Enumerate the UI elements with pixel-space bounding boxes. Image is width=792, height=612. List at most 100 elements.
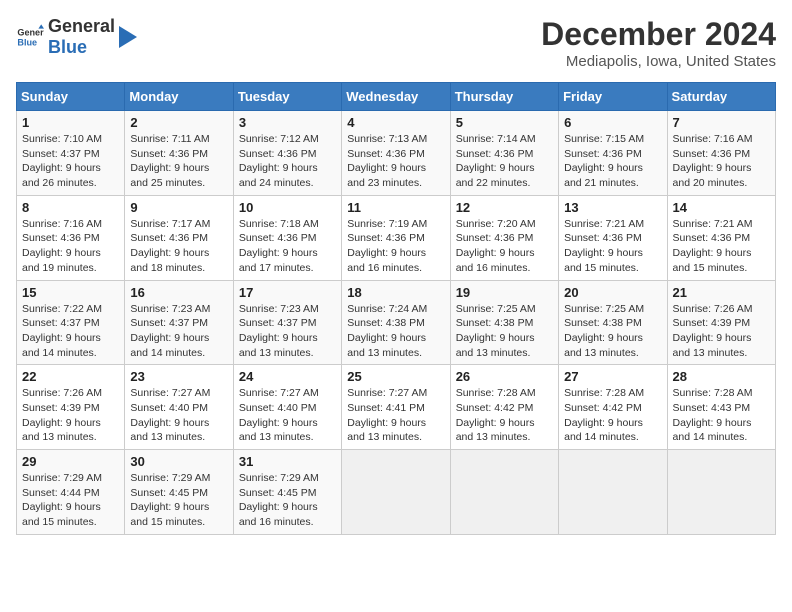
calendar-day-cell: [667, 450, 775, 535]
day-info: Sunrise: 7:21 AM Sunset: 4:36 PM Dayligh…: [564, 217, 661, 276]
calendar-day-cell: 20 Sunrise: 7:25 AM Sunset: 4:38 PM Dayl…: [559, 280, 667, 365]
calendar-day-cell: [559, 450, 667, 535]
day-info: Sunrise: 7:18 AM Sunset: 4:36 PM Dayligh…: [239, 217, 336, 276]
day-number: 18: [347, 285, 444, 300]
calendar-day-cell: 8 Sunrise: 7:16 AM Sunset: 4:36 PM Dayli…: [17, 195, 125, 280]
day-info: Sunrise: 7:16 AM Sunset: 4:36 PM Dayligh…: [673, 132, 770, 191]
calendar-header-row: SundayMondayTuesdayWednesdayThursdayFrid…: [17, 83, 776, 111]
calendar-day-header: Monday: [125, 83, 233, 111]
day-info: Sunrise: 7:27 AM Sunset: 4:40 PM Dayligh…: [130, 386, 227, 445]
day-info: Sunrise: 7:29 AM Sunset: 4:45 PM Dayligh…: [239, 471, 336, 530]
day-number: 14: [673, 200, 770, 215]
logo-general-text: General: [48, 16, 115, 36]
calendar-day-cell: 18 Sunrise: 7:24 AM Sunset: 4:38 PM Dayl…: [342, 280, 450, 365]
logo-blue-text: Blue: [48, 37, 87, 57]
day-info: Sunrise: 7:13 AM Sunset: 4:36 PM Dayligh…: [347, 132, 444, 191]
calendar-day-header: Friday: [559, 83, 667, 111]
day-info: Sunrise: 7:10 AM Sunset: 4:37 PM Dayligh…: [22, 132, 119, 191]
day-info: Sunrise: 7:11 AM Sunset: 4:36 PM Dayligh…: [130, 132, 227, 191]
calendar-day-cell: 12 Sunrise: 7:20 AM Sunset: 4:36 PM Dayl…: [450, 195, 558, 280]
day-number: 20: [564, 285, 661, 300]
page-subtitle: Mediapolis, Iowa, United States: [541, 53, 776, 70]
day-info: Sunrise: 7:29 AM Sunset: 4:44 PM Dayligh…: [22, 471, 119, 530]
day-number: 29: [22, 454, 119, 469]
day-number: 3: [239, 115, 336, 130]
calendar-day-header: Thursday: [450, 83, 558, 111]
day-info: Sunrise: 7:25 AM Sunset: 4:38 PM Dayligh…: [564, 302, 661, 361]
day-number: 10: [239, 200, 336, 215]
day-info: Sunrise: 7:15 AM Sunset: 4:36 PM Dayligh…: [564, 132, 661, 191]
day-number: 12: [456, 200, 553, 215]
svg-text:Blue: Blue: [17, 37, 37, 47]
calendar-day-cell: 19 Sunrise: 7:25 AM Sunset: 4:38 PM Dayl…: [450, 280, 558, 365]
calendar-day-cell: 16 Sunrise: 7:23 AM Sunset: 4:37 PM Dayl…: [125, 280, 233, 365]
day-info: Sunrise: 7:14 AM Sunset: 4:36 PM Dayligh…: [456, 132, 553, 191]
day-number: 4: [347, 115, 444, 130]
calendar-day-cell: 22 Sunrise: 7:26 AM Sunset: 4:39 PM Dayl…: [17, 365, 125, 450]
day-info: Sunrise: 7:20 AM Sunset: 4:36 PM Dayligh…: [456, 217, 553, 276]
day-number: 23: [130, 369, 227, 384]
calendar-week-row: 8 Sunrise: 7:16 AM Sunset: 4:36 PM Dayli…: [17, 195, 776, 280]
calendar-day-cell: 27 Sunrise: 7:28 AM Sunset: 4:42 PM Dayl…: [559, 365, 667, 450]
calendar-day-cell: 26 Sunrise: 7:28 AM Sunset: 4:42 PM Dayl…: [450, 365, 558, 450]
calendar-day-cell: 4 Sunrise: 7:13 AM Sunset: 4:36 PM Dayli…: [342, 111, 450, 196]
day-number: 22: [22, 369, 119, 384]
day-number: 26: [456, 369, 553, 384]
calendar-day-header: Saturday: [667, 83, 775, 111]
day-number: 11: [347, 200, 444, 215]
day-number: 15: [22, 285, 119, 300]
day-number: 25: [347, 369, 444, 384]
calendar-day-header: Wednesday: [342, 83, 450, 111]
day-number: 9: [130, 200, 227, 215]
calendar-day-cell: 15 Sunrise: 7:22 AM Sunset: 4:37 PM Dayl…: [17, 280, 125, 365]
day-number: 21: [673, 285, 770, 300]
day-info: Sunrise: 7:16 AM Sunset: 4:36 PM Dayligh…: [22, 217, 119, 276]
calendar-day-cell: 17 Sunrise: 7:23 AM Sunset: 4:37 PM Dayl…: [233, 280, 341, 365]
calendar-day-cell: 7 Sunrise: 7:16 AM Sunset: 4:36 PM Dayli…: [667, 111, 775, 196]
calendar-day-header: Sunday: [17, 83, 125, 111]
calendar-body: 1 Sunrise: 7:10 AM Sunset: 4:37 PM Dayli…: [17, 111, 776, 535]
day-info: Sunrise: 7:12 AM Sunset: 4:36 PM Dayligh…: [239, 132, 336, 191]
svg-text:General: General: [17, 28, 44, 38]
day-info: Sunrise: 7:28 AM Sunset: 4:43 PM Dayligh…: [673, 386, 770, 445]
day-info: Sunrise: 7:23 AM Sunset: 4:37 PM Dayligh…: [239, 302, 336, 361]
day-number: 7: [673, 115, 770, 130]
calendar-day-cell: 29 Sunrise: 7:29 AM Sunset: 4:44 PM Dayl…: [17, 450, 125, 535]
calendar-day-cell: 31 Sunrise: 7:29 AM Sunset: 4:45 PM Dayl…: [233, 450, 341, 535]
calendar-day-cell: 13 Sunrise: 7:21 AM Sunset: 4:36 PM Dayl…: [559, 195, 667, 280]
calendar-day-cell: 11 Sunrise: 7:19 AM Sunset: 4:36 PM Dayl…: [342, 195, 450, 280]
calendar-day-cell: 6 Sunrise: 7:15 AM Sunset: 4:36 PM Dayli…: [559, 111, 667, 196]
day-number: 8: [22, 200, 119, 215]
day-info: Sunrise: 7:27 AM Sunset: 4:41 PM Dayligh…: [347, 386, 444, 445]
calendar-day-cell: 2 Sunrise: 7:11 AM Sunset: 4:36 PM Dayli…: [125, 111, 233, 196]
calendar-day-cell: 21 Sunrise: 7:26 AM Sunset: 4:39 PM Dayl…: [667, 280, 775, 365]
day-info: Sunrise: 7:27 AM Sunset: 4:40 PM Dayligh…: [239, 386, 336, 445]
day-number: 6: [564, 115, 661, 130]
calendar-day-cell: 14 Sunrise: 7:21 AM Sunset: 4:36 PM Dayl…: [667, 195, 775, 280]
calendar-day-cell: 9 Sunrise: 7:17 AM Sunset: 4:36 PM Dayli…: [125, 195, 233, 280]
day-info: Sunrise: 7:17 AM Sunset: 4:36 PM Dayligh…: [130, 217, 227, 276]
day-number: 19: [456, 285, 553, 300]
day-number: 1: [22, 115, 119, 130]
calendar-header: SundayMondayTuesdayWednesdayThursdayFrid…: [17, 83, 776, 111]
page-title: December 2024: [541, 16, 776, 53]
calendar-day-cell: 1 Sunrise: 7:10 AM Sunset: 4:37 PM Dayli…: [17, 111, 125, 196]
day-info: Sunrise: 7:23 AM Sunset: 4:37 PM Dayligh…: [130, 302, 227, 361]
calendar-day-cell: 25 Sunrise: 7:27 AM Sunset: 4:41 PM Dayl…: [342, 365, 450, 450]
calendar-day-cell: [342, 450, 450, 535]
day-number: 5: [456, 115, 553, 130]
calendar-table: SundayMondayTuesdayWednesdayThursdayFrid…: [16, 82, 776, 535]
calendar-day-cell: 28 Sunrise: 7:28 AM Sunset: 4:43 PM Dayl…: [667, 365, 775, 450]
day-info: Sunrise: 7:21 AM Sunset: 4:36 PM Dayligh…: [673, 217, 770, 276]
day-info: Sunrise: 7:28 AM Sunset: 4:42 PM Dayligh…: [456, 386, 553, 445]
day-number: 13: [564, 200, 661, 215]
day-info: Sunrise: 7:24 AM Sunset: 4:38 PM Dayligh…: [347, 302, 444, 361]
calendar-day-cell: 10 Sunrise: 7:18 AM Sunset: 4:36 PM Dayl…: [233, 195, 341, 280]
day-info: Sunrise: 7:28 AM Sunset: 4:42 PM Dayligh…: [564, 386, 661, 445]
logo-arrow-icon: [119, 26, 137, 48]
logo: General Blue General Blue: [16, 16, 137, 58]
calendar-day-header: Tuesday: [233, 83, 341, 111]
calendar-day-cell: 24 Sunrise: 7:27 AM Sunset: 4:40 PM Dayl…: [233, 365, 341, 450]
day-number: 2: [130, 115, 227, 130]
title-section: December 2024 Mediapolis, Iowa, United S…: [541, 16, 776, 70]
